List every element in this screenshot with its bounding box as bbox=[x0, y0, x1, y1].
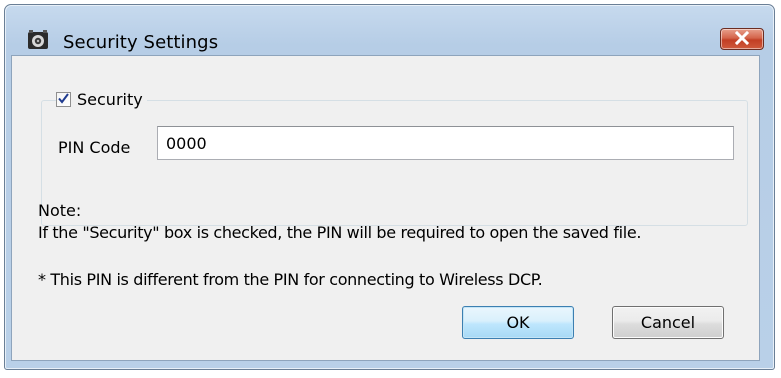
checkmark-icon bbox=[57, 90, 70, 109]
close-button[interactable] bbox=[720, 28, 764, 50]
cancel-button[interactable]: Cancel bbox=[612, 306, 724, 339]
security-groupbox bbox=[41, 100, 748, 226]
close-icon bbox=[734, 30, 750, 49]
pin-code-label: PIN Code bbox=[58, 138, 131, 157]
note-heading: Note: bbox=[38, 201, 82, 220]
pin-code-input[interactable] bbox=[157, 126, 734, 160]
app-speaker-icon bbox=[27, 29, 49, 51]
security-checkbox[interactable] bbox=[56, 90, 71, 109]
security-checkbox-label[interactable]: Security bbox=[77, 90, 143, 109]
security-checkbox-row[interactable]: Security bbox=[56, 87, 147, 111]
note-line-1: If the "Security" box is checked, the PI… bbox=[38, 223, 642, 242]
window-title: Security Settings bbox=[63, 32, 219, 53]
title-bar[interactable]: Security Settings bbox=[5, 5, 774, 53]
ok-button[interactable]: OK bbox=[462, 306, 574, 339]
note-line-2: * This PIN is different from the PIN for… bbox=[38, 270, 543, 289]
